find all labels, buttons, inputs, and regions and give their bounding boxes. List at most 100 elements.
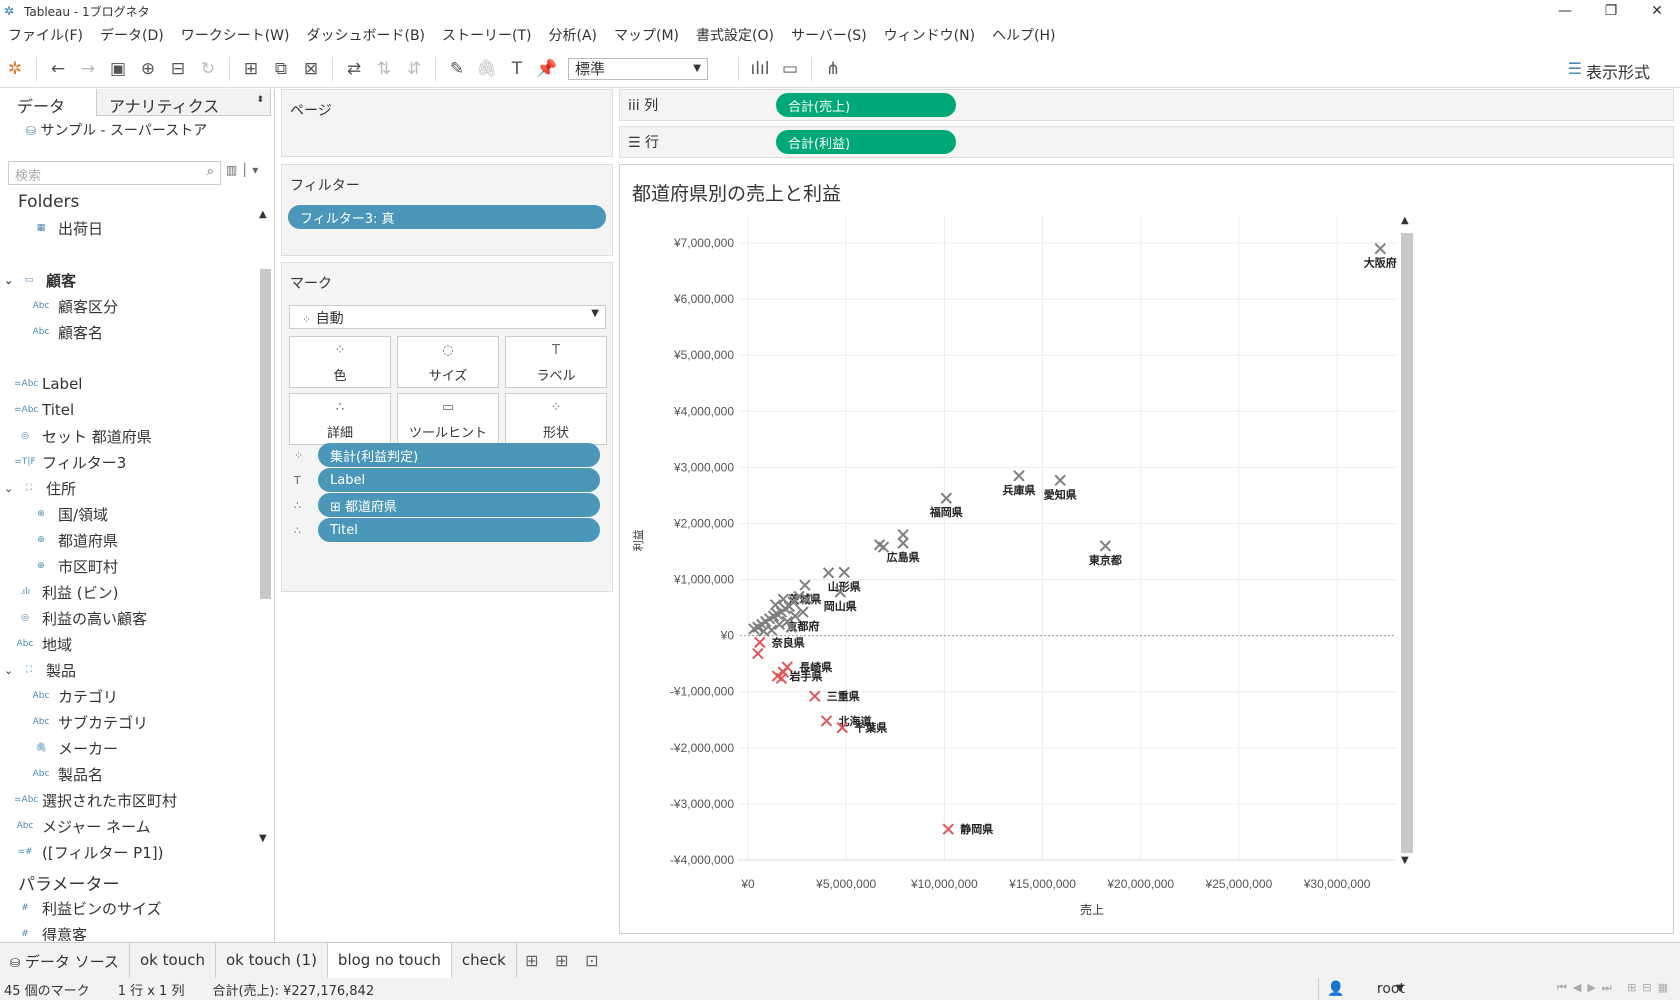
mark-type-dropdown[interactable]: ⁘ 自動 ▼ <box>289 305 606 329</box>
pages-shelf[interactable]: ページ <box>281 89 613 157</box>
filters-shelf[interactable]: フィルター フィルター3: 真 <box>281 164 613 256</box>
field-item[interactable]: ⊕ 国/領域 <box>0 501 258 527</box>
menu-item[interactable]: マップ(M) <box>606 23 688 45</box>
group-icon[interactable]: 🖇 <box>472 55 502 83</box>
mark-field-pill[interactable]: Titel <box>318 518 600 542</box>
sort-asc-icon[interactable]: ⇅ <box>369 55 399 83</box>
close-button[interactable]: ✕ <box>1634 0 1680 22</box>
tab-data[interactable]: データ <box>0 89 96 116</box>
rows-pill[interactable]: 合計(利益) <box>776 130 956 154</box>
label-button[interactable]: T ラベル <box>505 336 607 388</box>
menu-item[interactable]: 書式設定(O) <box>688 23 783 45</box>
new-story-icon[interactable]: ⊡ <box>577 951 607 970</box>
chevron-down-icon[interactable]: ⌄ <box>4 664 18 677</box>
new-worksheet-icon[interactable]: ⊞ <box>236 55 266 83</box>
field-item[interactable]: Abc メジャー ネーム <box>0 813 258 839</box>
columns-pill[interactable]: 合計(売上) <box>776 93 956 117</box>
field-item[interactable]: =Abc 選択された市区町村 <box>0 787 258 813</box>
scroll-down-icon[interactable]: ▼ <box>259 833 267 844</box>
sheet-tab[interactable]: blog no touch <box>327 942 452 979</box>
presentation-icon[interactable]: ▭ <box>775 55 805 83</box>
field-item[interactable]: ◎ セット 都道府県 <box>0 423 258 449</box>
data-pane-scrollbar[interactable]: ▲ ▼ <box>258 209 272 849</box>
minimize-button[interactable]: — <box>1542 0 1588 22</box>
undo-icon[interactable]: ← <box>43 55 73 83</box>
show-labels-icon[interactable]: T <box>502 55 532 83</box>
field-item[interactable]: =Abc Titel <box>0 397 258 423</box>
swap-icon[interactable]: ⇄ <box>339 55 369 83</box>
columns-shelf[interactable]: iii 列 合計(売上) <box>619 89 1674 121</box>
menu-item[interactable]: データ(D) <box>92 23 173 45</box>
new-datasource-icon[interactable]: ⊕ <box>133 55 163 83</box>
fix-axes-icon[interactable]: ılıl <box>745 55 775 83</box>
chevron-down-icon[interactable]: ⌄ <box>4 274 18 287</box>
parameter-item[interactable]: # 利益ビンのサイズ <box>0 895 258 921</box>
scroll-thumb[interactable] <box>260 269 271 599</box>
scroll-up-icon[interactable]: ▲ <box>259 209 267 220</box>
field-item[interactable]: Abc サブカテゴリ <box>0 709 258 735</box>
sheet-tab[interactable]: ok touch (1) <box>216 942 328 979</box>
sheet-tab[interactable]: check <box>452 942 517 979</box>
datasource-tab[interactable]: ⛁ データ ソース <box>0 942 130 979</box>
sheet-nav-icons[interactable]: ⏮◀▶⏭ ⊞⊟▦ <box>1557 981 1674 995</box>
field-item[interactable]: Abc 顧客名 <box>0 319 258 345</box>
menu-item[interactable]: ヘルプ(H) <box>984 23 1064 45</box>
chevron-down-icon[interactable]: ⌄ <box>4 482 18 495</box>
menu-item[interactable]: ストーリー(T) <box>434 23 540 45</box>
tab-analytics[interactable]: アナリティクス ⬍ <box>96 89 271 116</box>
highlight-icon[interactable]: ✎ <box>442 55 472 83</box>
field-item[interactable]: =Abc Label <box>0 371 258 397</box>
menu-item[interactable]: ダッシュボード(B) <box>298 23 434 45</box>
scroll-up-icon[interactable]: ▲ <box>1401 215 1409 226</box>
menu-item[interactable]: ワークシート(W) <box>173 23 299 45</box>
menu-item[interactable]: サーバー(S) <box>783 23 876 45</box>
parameter-item[interactable]: # 得意客 <box>0 921 258 942</box>
viz-scroll-thumb[interactable] <box>1401 233 1413 853</box>
menu-item[interactable]: ウィンドウ(N) <box>876 23 984 45</box>
menu-item[interactable]: 分析(A) <box>541 23 607 45</box>
pause-updates-icon[interactable]: ⊟ <box>163 55 193 83</box>
mark-field-pill[interactable]: ⊞ 都道府県 <box>318 493 600 517</box>
field-item[interactable]: =T|F フィルター3 <box>0 449 258 475</box>
rows-shelf[interactable]: ☰ 行 合計(利益) <box>619 126 1674 158</box>
duplicate-icon[interactable]: ⧉ <box>266 55 296 83</box>
new-dashboard-icon[interactable]: ⊞ <box>547 951 577 970</box>
field-item[interactable]: Abc 顧客区分 <box>0 293 258 319</box>
field-item[interactable]: ⌄ ⛶ 製品 <box>0 657 258 683</box>
new-worksheet-icon[interactable]: ⊞ <box>517 951 547 970</box>
datasource-item[interactable]: ⛁ サンプル - スーパーストア <box>0 116 274 146</box>
tableau-start-icon[interactable]: ✲ <box>0 55 30 83</box>
mark-field-pill[interactable]: 集計(利益判定) <box>318 443 600 467</box>
field-item[interactable]: ⌄ ▭ 顧客 <box>0 267 258 293</box>
menu-item[interactable]: ファイル(F) <box>0 23 92 45</box>
viz-scrollbar[interactable]: ▲ ▼ <box>1398 215 1416 872</box>
fit-dropdown[interactable]: 標準 ▼ <box>568 57 708 80</box>
field-item[interactable]: ⊕ 都道府県 <box>0 527 258 553</box>
field-item[interactable]: Abc 地域 <box>0 631 258 657</box>
field-item[interactable]: 🖇 メーカー <box>0 735 258 761</box>
refresh-icon[interactable]: ↻ <box>193 55 223 83</box>
field-item[interactable]: ⌄ ⛶ 住所 <box>0 475 258 501</box>
sheet-tab[interactable]: ok touch <box>130 942 216 979</box>
search-input[interactable]: 検索 ⌕ <box>8 161 221 185</box>
field-item[interactable]: ◎ 利益の高い顧客 <box>0 605 258 631</box>
show-me-button[interactable]: ☰ 表示形式 <box>1568 59 1650 83</box>
field-item[interactable]: ▦ 出荷日 <box>0 215 258 241</box>
save-icon[interactable]: ▣ <box>103 55 133 83</box>
field-item[interactable]: =# ([フィルター P1]) <box>0 839 258 865</box>
field-item[interactable]: .ılı 利益 (ビン) <box>0 579 258 605</box>
view-options[interactable]: ▥ │ ▾ <box>226 163 258 177</box>
size-button[interactable]: ◌ サイズ <box>397 336 499 388</box>
detail-button[interactable]: ∴ 詳細 <box>289 393 391 445</box>
field-item[interactable]: Abc カテゴリ <box>0 683 258 709</box>
mark-field-pill[interactable]: Label <box>318 468 600 492</box>
scroll-down-icon[interactable]: ▼ <box>1401 855 1409 866</box>
redo-icon[interactable]: → <box>73 55 103 83</box>
field-item[interactable]: ⊕ 市区町村 <box>0 553 258 579</box>
user-menu[interactable]: 👤 root ▼ <box>1318 978 1438 1000</box>
sort-desc-icon[interactable]: ⇵ <box>399 55 429 83</box>
restore-button[interactable]: ❐ <box>1588 0 1634 22</box>
shape-button[interactable]: ⁘ 形状 <box>505 393 607 445</box>
field-item[interactable]: Abc 製品名 <box>0 761 258 787</box>
tooltip-button[interactable]: ▭ ツールヒント <box>397 393 499 445</box>
